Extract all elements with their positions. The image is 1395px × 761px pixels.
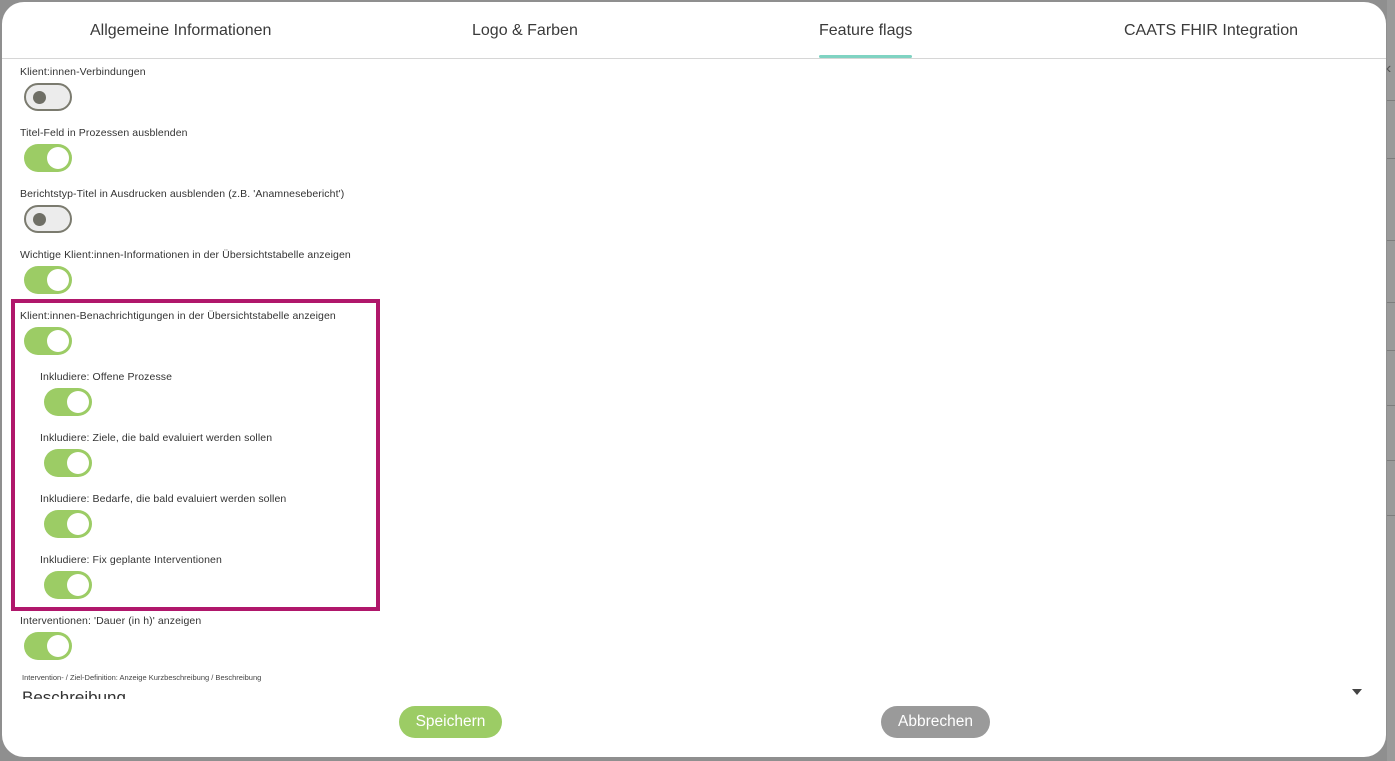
tab-logo-colors[interactable]: Logo & Farben bbox=[472, 22, 578, 40]
save-button[interactable]: Speichern bbox=[399, 706, 502, 738]
toggle-knob bbox=[33, 213, 46, 226]
toggle-include-open-processes[interactable] bbox=[44, 388, 92, 416]
toggle-knob bbox=[67, 391, 89, 413]
toggle-show-duration[interactable] bbox=[24, 632, 72, 660]
toggle-knob bbox=[67, 513, 89, 535]
toggle-hide-report-type-title[interactable] bbox=[24, 205, 72, 233]
backdrop-divider bbox=[1387, 158, 1395, 159]
feature-flags-panel: Klient:innen-Verbindungen Titel-Feld in … bbox=[2, 59, 1386, 699]
toggle-knob bbox=[67, 574, 89, 596]
flag-label-client-connections: Klient:innen-Verbindungen bbox=[20, 66, 146, 78]
description-select[interactable]: Beschreibung bbox=[22, 688, 126, 699]
flag-label-show-duration: Interventionen: 'Dauer (in h)' anzeigen bbox=[20, 615, 202, 627]
toggle-knob bbox=[47, 269, 69, 291]
flag-label-hide-report-type-title: Berichtstyp-Titel in Ausdrucken ausblend… bbox=[20, 188, 345, 200]
backdrop-divider bbox=[1387, 100, 1395, 101]
backdrop-divider bbox=[1387, 405, 1395, 406]
flag-label-important-client-info: Wichtige Klient:innen-Informationen in d… bbox=[20, 249, 351, 261]
tab-bar: Allgemeine Informationen Logo & Farben F… bbox=[2, 2, 1386, 59]
backdrop-divider bbox=[1387, 302, 1395, 303]
toggle-important-client-info[interactable] bbox=[24, 266, 72, 294]
toggle-client-connections[interactable] bbox=[24, 83, 72, 111]
chevron-left-icon: ‹ bbox=[1386, 60, 1392, 77]
flag-label-include-goals-due: Inkludiere: Ziele, die bald evaluiert we… bbox=[40, 432, 273, 444]
toggle-knob bbox=[47, 147, 69, 169]
settings-dialog: Allgemeine Informationen Logo & Farben F… bbox=[2, 2, 1386, 757]
backdrop bbox=[1387, 0, 1395, 761]
toggle-hide-title-field[interactable] bbox=[24, 144, 72, 172]
tab-general-info[interactable]: Allgemeine Informationen bbox=[90, 22, 271, 40]
toggle-knob bbox=[33, 91, 46, 104]
backdrop-divider bbox=[1387, 515, 1395, 516]
flag-label-hide-title-field: Titel-Feld in Prozessen ausblenden bbox=[20, 127, 188, 139]
toggle-knob bbox=[47, 635, 69, 657]
description-select-label: Intervention- / Ziel-Definition: Anzeige… bbox=[22, 673, 262, 682]
backdrop-divider bbox=[1387, 460, 1395, 461]
backdrop-divider bbox=[1387, 240, 1395, 241]
toggle-include-needs-due[interactable] bbox=[44, 510, 92, 538]
backdrop-divider bbox=[1387, 350, 1395, 351]
toggle-client-notifications[interactable] bbox=[24, 327, 72, 355]
flag-label-include-fixed-interventions: Inkludiere: Fix geplante Interventionen bbox=[40, 554, 222, 566]
toggle-include-goals-due[interactable] bbox=[44, 449, 92, 477]
flag-label-include-needs-due: Inkludiere: Bedarfe, die bald evaluiert … bbox=[40, 493, 287, 505]
tab-feature-flags[interactable]: Feature flags bbox=[819, 22, 913, 58]
cancel-button[interactable]: Abbrechen bbox=[881, 706, 990, 738]
caret-down-icon[interactable] bbox=[1352, 689, 1362, 695]
toggle-include-fixed-interventions[interactable] bbox=[44, 571, 92, 599]
toggle-knob bbox=[47, 330, 69, 352]
tab-caats-fhir-integration[interactable]: CAATS FHIR Integration bbox=[1124, 22, 1298, 40]
toggle-knob bbox=[67, 452, 89, 474]
flag-label-client-notifications: Klient:innen-Benachrichtigungen in der Ü… bbox=[20, 310, 336, 322]
flag-label-include-open-processes: Inkludiere: Offene Prozesse bbox=[40, 371, 173, 383]
